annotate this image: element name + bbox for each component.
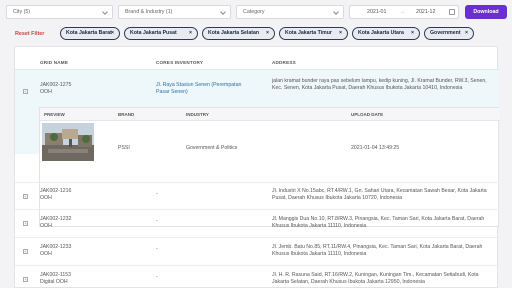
expand-toggle-icon[interactable]: +	[23, 194, 28, 199]
inventory-table: GRID NAME CORES INVENTORY ADDRESS − JAK0…	[14, 46, 500, 288]
chevron-down-icon	[102, 9, 108, 15]
header-upload-date: UPLOAD DATE	[351, 112, 384, 117]
address: Jl. Manggis Dua No.10, RT.8/RW.3, Pinang…	[272, 216, 485, 229]
chip-label: Kota Jakarta Barat	[66, 30, 112, 36]
header-preview: PREVIEW	[44, 112, 65, 117]
reset-filter-link[interactable]: Reset Filter	[15, 31, 44, 37]
expand-toggle-icon[interactable]: +	[23, 221, 28, 226]
chip-government[interactable]: Government ×	[424, 27, 474, 40]
chip-label: Government	[430, 30, 461, 36]
city-select-label: City (5)	[13, 9, 31, 15]
category-select-label: Category	[243, 9, 265, 15]
filter-bar: City (5) Brand & Industry (1) Category 2…	[0, 0, 512, 46]
grid-type: Digital OOH	[40, 279, 68, 285]
close-icon[interactable]: ×	[339, 28, 342, 39]
date-range-picker[interactable]: 2021-01 → 2021-12	[349, 5, 459, 19]
chevron-down-icon	[220, 9, 226, 15]
header-brand: BRAND	[118, 112, 135, 117]
address: Jl. Industri X No.15abc, RT.4/RW.1, Gn. …	[272, 188, 487, 201]
grid-name: JAK002-1216	[40, 188, 72, 194]
chip-kota-jakarta-barat[interactable]: Kota Jakarta Barat ×	[60, 27, 120, 40]
cores-inventory: -	[156, 274, 158, 280]
table-row[interactable]: + JAK002-1216 OOH - Jl. Industri X No.15…	[15, 182, 499, 209]
header-grid-name[interactable]: GRID NAME	[40, 60, 68, 65]
table-row[interactable]: + JAK002-1153 Digital OOH - Jl. H. R. Ra…	[15, 265, 499, 288]
preview-image[interactable]	[42, 123, 94, 161]
date-separator: →	[400, 9, 406, 15]
grid-type: OOH	[40, 89, 52, 95]
header-address[interactable]: ADDRESS	[272, 60, 296, 65]
cores-inventory: -	[156, 246, 158, 252]
chip-kota-jakarta-pusat[interactable]: Kota Jakarta Pusat ×	[124, 27, 198, 40]
table-row[interactable]: + JAK002-1233 OOH - Jl. Jemb. Batu No.85…	[15, 237, 499, 265]
header-cores-inventory[interactable]: CORES INVENTORY	[156, 60, 203, 65]
header-industry: INDUSTRY	[186, 112, 209, 117]
grid-type: OOH	[40, 223, 52, 229]
chip-label: Kota Jakarta Selatan	[208, 30, 260, 36]
close-icon[interactable]: ×	[111, 28, 114, 39]
grid-name: JAK002-1275	[40, 82, 72, 88]
brand-value: PSSI	[118, 145, 130, 151]
upload-date-value: 2021-01-04 13:49:25	[351, 145, 400, 151]
grid-type: OOH	[40, 195, 52, 201]
brand-industry-select[interactable]: Brand & Industry (1)	[118, 5, 231, 19]
address: jalan kramat bunder raya pas sebelum lam…	[272, 78, 487, 91]
chip-label: Kota Jakarta Utara	[358, 30, 404, 36]
close-icon[interactable]: ×	[465, 28, 468, 39]
brand-industry-select-label: Brand & Industry (1)	[125, 9, 173, 15]
category-select[interactable]: Category	[236, 5, 344, 19]
date-from[interactable]: 2021-01	[367, 9, 386, 15]
table-row[interactable]: + JAK002-1232 OOH - Jl. Manggis Dua No.1…	[15, 209, 499, 237]
close-icon[interactable]: ×	[266, 28, 269, 39]
grid-name: JAK002-1233	[40, 244, 72, 250]
chip-kota-jakarta-timur[interactable]: Kota Jakarta Timur ×	[279, 27, 348, 40]
grid-type: OOH	[40, 251, 52, 257]
chip-label: Kota Jakarta Pusat	[130, 30, 177, 36]
billboard-photo	[42, 123, 94, 161]
cores-inventory: -	[156, 218, 158, 224]
collapse-toggle-icon[interactable]: −	[23, 89, 28, 94]
grid-name: JAK002-1153	[40, 272, 72, 278]
chip-kota-jakarta-selatan[interactable]: Kota Jakarta Selatan ×	[202, 27, 275, 40]
address: Jl. H. R. Rasuna Said, RT.16/RW.2, Kunin…	[272, 272, 479, 285]
expand-toggle-icon[interactable]: +	[23, 277, 28, 282]
grid-name: JAK002-1232	[40, 216, 72, 222]
city-select[interactable]: City (5)	[6, 5, 113, 19]
chip-label: Kota Jakarta Timur	[285, 30, 332, 36]
industry-value: Government & Politics	[186, 145, 238, 151]
chip-kota-jakarta-utara[interactable]: Kota Jakarta Utara ×	[352, 27, 420, 40]
close-icon[interactable]: ×	[411, 28, 414, 39]
address: Jl. Jemb. Batu No.85, RT.11/RW.4, Pinang…	[272, 244, 483, 257]
calendar-icon	[449, 9, 455, 15]
cores-inventory: -	[156, 191, 158, 197]
expand-toggle-icon[interactable]: +	[23, 249, 28, 254]
chevron-down-icon	[333, 9, 339, 15]
close-icon[interactable]: ×	[189, 28, 192, 39]
download-button[interactable]: Download	[465, 5, 507, 19]
detail-subtable-header: PREVIEW BRAND INDUSTRY UPLOAD DATE	[40, 108, 500, 121]
date-to[interactable]: 2021-12	[416, 9, 435, 15]
cores-inventory-link[interactable]: Jl. Raya Stasiun Senen (Perempatan Pasar…	[156, 82, 256, 96]
